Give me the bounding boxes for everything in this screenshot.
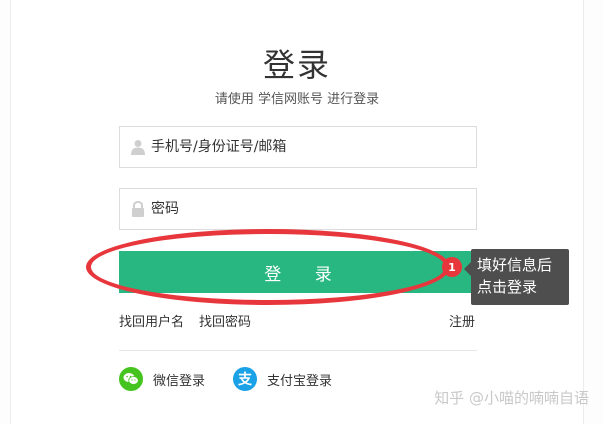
- tooltip-line-2: 点击登录: [477, 278, 538, 296]
- password-field[interactable]: [119, 188, 477, 230]
- page-title: 登录: [262, 46, 331, 84]
- user-icon: [129, 138, 147, 156]
- alipay-login-label: 支付宝登录: [267, 373, 333, 389]
- find-username-link[interactable]: 找回用户名: [119, 311, 184, 330]
- register-link[interactable]: 注册: [449, 311, 475, 330]
- login-button[interactable]: 登 录: [119, 251, 477, 293]
- wechat-icon: [119, 367, 143, 391]
- alipay-login-button[interactable]: 支 支付宝登录: [233, 367, 332, 391]
- wechat-login-label: 微信登录: [153, 373, 206, 389]
- username-field[interactable]: [119, 126, 477, 168]
- password-input[interactable]: [151, 190, 461, 228]
- annotation-tooltip: 填好信息后 点击登录: [464, 249, 569, 305]
- username-input[interactable]: [151, 128, 461, 166]
- divider: [119, 350, 477, 351]
- find-password-link[interactable]: 找回密码: [199, 311, 251, 330]
- lock-icon: [129, 200, 147, 218]
- wechat-login-button[interactable]: 微信登录: [119, 367, 205, 391]
- tooltip-line-1: 填好信息后: [477, 256, 553, 274]
- alipay-icon: 支: [233, 367, 257, 391]
- page-subtitle: 请使用 学信网账号 进行登录: [214, 92, 380, 107]
- annotation-step-badge: 1: [442, 257, 462, 277]
- watermark: 知乎 @小喵的喃喃自语: [434, 389, 589, 407]
